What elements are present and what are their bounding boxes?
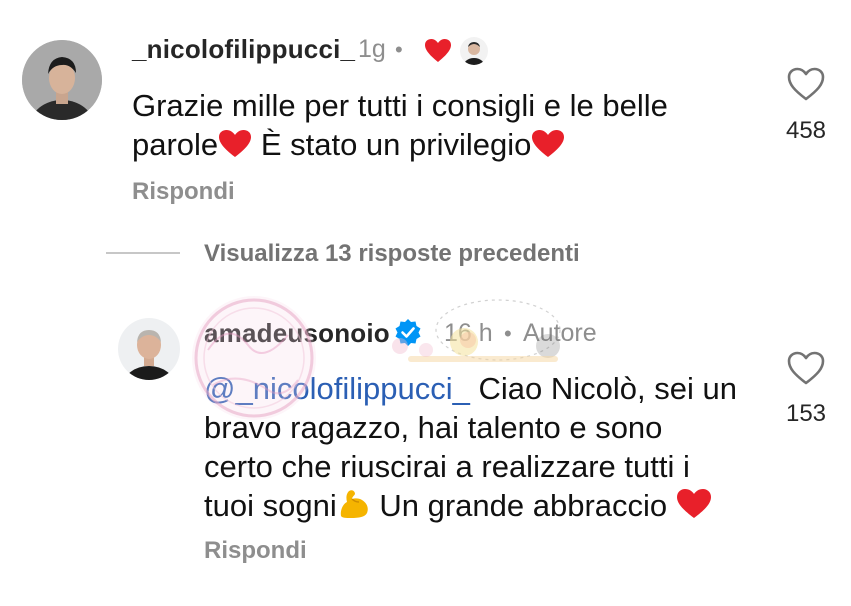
- red-heart-emoji-icon: [531, 129, 565, 168]
- reply-button[interactable]: Rispondi: [204, 537, 307, 565]
- comment-line-1: @_nicolofilippucci_ Ciao Nicolò, sei un: [204, 369, 737, 408]
- comment-time: 16 h: [444, 319, 493, 347]
- like-count: 153: [785, 400, 827, 427]
- comment-username[interactable]: _nicolofilippucci_: [132, 34, 355, 65]
- comment-time: 1g: [358, 35, 386, 63]
- separator-dot: •: [504, 321, 512, 346]
- comment-line-text: Un grande abbraccio: [379, 488, 668, 523]
- reply-button[interactable]: Rispondi: [132, 178, 235, 206]
- like-heart-icon[interactable]: [786, 66, 826, 102]
- red-heart-emoji-icon: [676, 488, 712, 529]
- comment-line-4: tuoi sogni Un grande abbraccio: [204, 486, 737, 529]
- comment-line: Grazie mille per tutti i consigli e le b…: [132, 88, 668, 123]
- thread-divider-line: [106, 252, 180, 254]
- verified-badge-icon: [394, 318, 422, 346]
- comment-line-2: parole È stato un privilegio: [132, 125, 668, 168]
- comment-body: Grazie mille per tutti i consigli e le b…: [132, 86, 668, 168]
- comment-thread: _nicolofilippucci_ 1g • Grazie mille per…: [0, 0, 851, 606]
- avatar-amadeusonoio[interactable]: [118, 318, 180, 380]
- flexed-biceps-emoji-icon: [337, 486, 371, 529]
- comment-line: bravo ragazzo, hai talento e sono: [204, 410, 663, 445]
- author-label: Autore: [523, 319, 597, 347]
- view-previous-replies-button[interactable]: Visualizza 13 risposte precedenti: [204, 240, 580, 268]
- comment-line-text: parole: [132, 127, 219, 162]
- like-heart-icon[interactable]: [786, 350, 826, 386]
- comment-body: @_nicolofilippucci_ Ciao Nicolò, sei un …: [204, 369, 737, 529]
- like-count: 458: [785, 117, 827, 144]
- comment-line-text: Ciao Nicolò, sei un: [478, 371, 737, 406]
- avatar-nicolofilippucci[interactable]: [22, 40, 102, 120]
- separator-dot: •: [395, 37, 403, 62]
- red-heart-emoji-icon: [218, 129, 252, 168]
- comment-username[interactable]: amadeusonoio: [204, 318, 390, 349]
- creator-avatar-icon: [460, 37, 488, 65]
- comment-line: certo che riuscirai a realizzare tutti i: [204, 449, 690, 484]
- mention-link[interactable]: @_nicolofilippucci_: [204, 371, 470, 406]
- comment-line-text: È stato un privilegio: [260, 127, 532, 162]
- comment-line-text: tuoi sogni: [204, 488, 337, 523]
- creator-liked-heart-icon: [424, 38, 452, 64]
